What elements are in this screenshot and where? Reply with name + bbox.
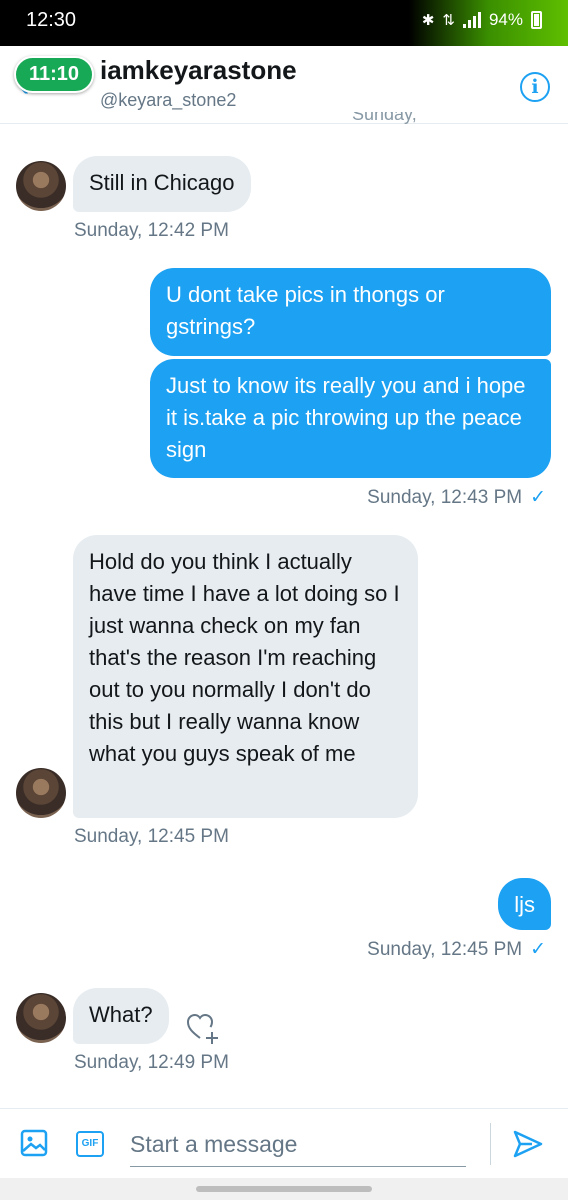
message-bubble-incoming[interactable]: What?	[73, 988, 169, 1044]
sent-check-icon: ✓	[530, 487, 546, 508]
ongoing-call-pill[interactable]: 11:10	[14, 56, 95, 93]
message-bubble-incoming[interactable]: Still in Chicago	[73, 156, 251, 212]
info-icon[interactable]: i	[520, 72, 550, 102]
message-bubble-outgoing[interactable]: ljs	[498, 878, 551, 930]
partial-timestamp: Sunday,	[352, 112, 417, 124]
message-input[interactable]	[130, 1123, 466, 1167]
status-time: 12:30	[26, 9, 77, 31]
battery-percent: 94%	[488, 10, 523, 29]
avatar[interactable]	[16, 993, 66, 1043]
navigation-bar	[0, 1178, 568, 1200]
avatar[interactable]	[16, 161, 66, 211]
bluetooth-icon: ✱	[421, 12, 435, 29]
wifi-calling-icon: ⇅	[442, 12, 455, 29]
sent-check-icon: ✓	[530, 939, 546, 960]
message-bubble-outgoing[interactable]: U dont take pics in thongs or gstrings?	[150, 268, 551, 356]
contact-name[interactable]: iamkeyarastone	[100, 55, 297, 86]
battery-icon	[531, 11, 542, 29]
conversation-header: ‹ 11:10 iamkeyarastone @keyara_stone2 i	[0, 46, 568, 124]
message-timestamp-sent: Sunday, 12:43 PM ✓	[367, 486, 546, 509]
message-timestamp: Sunday, 12:43 PM	[367, 487, 523, 508]
send-icon[interactable]	[512, 1129, 544, 1159]
signal-icon	[462, 12, 481, 28]
message-composer: GIF	[0, 1108, 568, 1178]
message-timestamp-sent: Sunday, 12:45 PM ✓	[367, 938, 546, 961]
home-handle[interactable]	[196, 1186, 372, 1192]
image-icon[interactable]	[20, 1129, 48, 1157]
divider	[490, 1123, 491, 1165]
message-bubble-incoming[interactable]: Hold do you think I actually have time I…	[73, 535, 418, 818]
status-icons: ✱ ⇅ 94%	[422, 10, 542, 30]
message-timestamp: Sunday, 12:45 PM	[74, 826, 229, 847]
status-bar: 12:30 ✱ ⇅ 94%	[0, 0, 568, 46]
gif-button[interactable]: GIF	[76, 1131, 104, 1157]
avatar[interactable]	[16, 768, 66, 818]
message-timestamp: Sunday, 12:49 PM	[74, 1052, 229, 1073]
contact-handle[interactable]: @keyara_stone2	[100, 90, 236, 111]
add-reaction-heart-icon[interactable]	[186, 1012, 220, 1046]
message-bubble-outgoing[interactable]: Just to know its really you and i hope i…	[150, 359, 551, 478]
message-timestamp: Sunday, 12:45 PM	[367, 939, 523, 960]
message-timestamp: Sunday, 12:42 PM	[74, 220, 229, 241]
